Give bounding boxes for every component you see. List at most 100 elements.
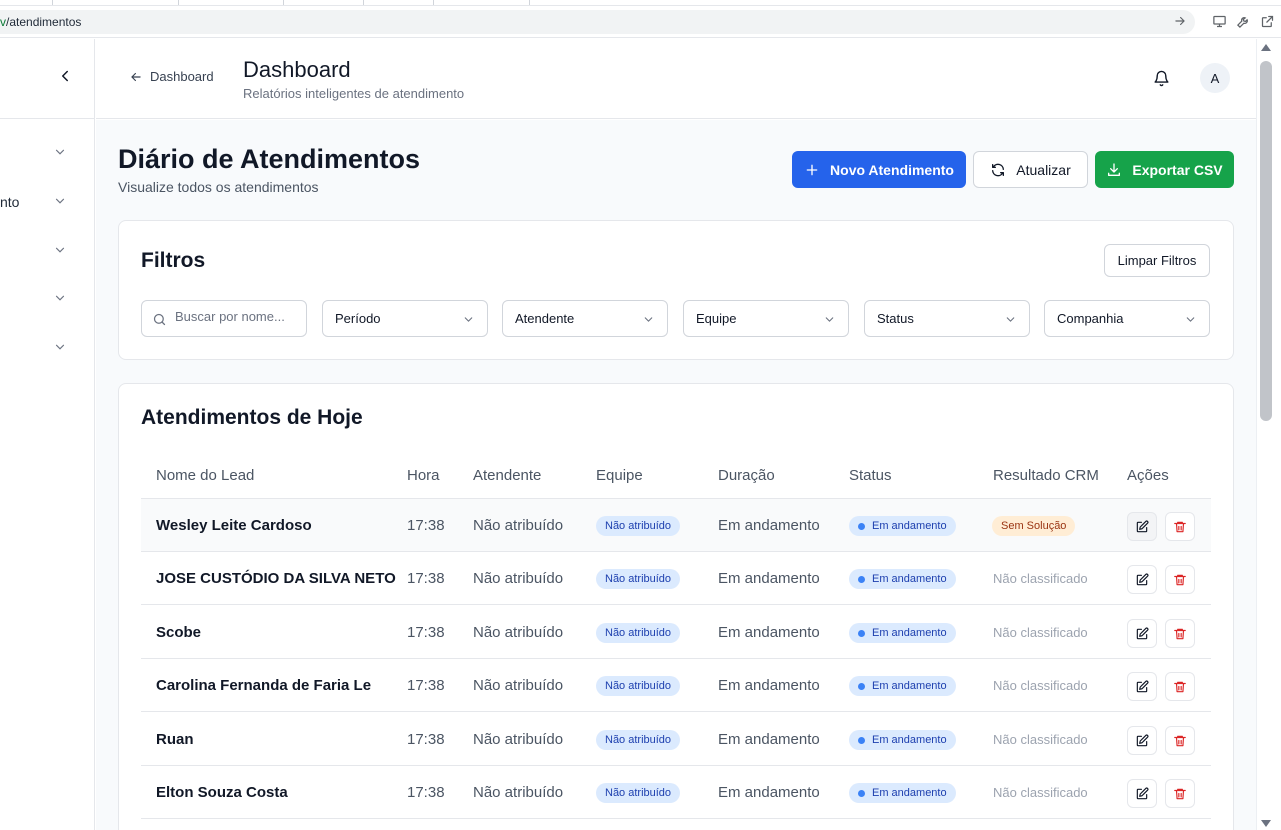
sidebar-item[interactable]: nto (0, 184, 95, 220)
chevron-down-icon (55, 198, 65, 204)
delete-button[interactable] (1165, 619, 1195, 648)
filters-title: Filtros (141, 249, 206, 272)
table-row[interactable]: Carolina Fernanda de Faria Le 17:38 Não … (141, 659, 1211, 712)
delete-button[interactable] (1165, 672, 1195, 701)
tab-separator (178, 0, 179, 5)
agent-select[interactable]: Atendente (502, 300, 668, 337)
edit-button[interactable] (1127, 672, 1157, 701)
sidebar-item[interactable] (0, 330, 95, 366)
team-select-label: Equipe (696, 311, 737, 326)
search-field (141, 300, 307, 337)
table-row[interactable]: Wesley Leite Cardoso 17:38 Não atribuído… (141, 499, 1211, 552)
trash-icon (1174, 788, 1186, 799)
edit-button[interactable] (1127, 779, 1157, 808)
chevron-down-icon (1186, 317, 1195, 322)
edit-button[interactable] (1127, 565, 1157, 594)
crm-result-text: Não classificado (993, 785, 1088, 800)
search-input[interactable] (175, 309, 300, 324)
status-badge-label: Em andamento (872, 573, 947, 585)
sidebar: nto (0, 39, 95, 830)
bell-icon[interactable] (1153, 70, 1170, 87)
team-select[interactable]: Equipe (683, 300, 849, 337)
status-badge-label: Em andamento (872, 520, 947, 532)
chevron-down-icon (55, 149, 65, 155)
crm-result-text: Não classificado (993, 625, 1088, 640)
chevron-down-icon (55, 295, 65, 301)
table-row[interactable]: Ruan 17:38 Não atribuído Não atribuído E… (141, 713, 1211, 766)
top-header: Dashboard Dashboard Relatórios inteligen… (96, 39, 1256, 119)
avatar[interactable]: A (1200, 63, 1230, 93)
back-to-dashboard-link[interactable]: Dashboard (129, 69, 214, 84)
clear-filters-button[interactable]: Limpar Filtros (1104, 244, 1210, 277)
team-badge: Não atribuído (596, 676, 681, 696)
tab-separator (529, 0, 530, 5)
tab-separator (363, 0, 364, 5)
table-row[interactable]: Elton Souza Costa 17:38 Não atribuído Nã… (141, 766, 1211, 819)
delete-button[interactable] (1165, 512, 1195, 541)
duration-cell: Em andamento (718, 677, 820, 694)
new-attendance-button[interactable]: Novo Atendimento (792, 151, 966, 188)
column-header-duration: Duração (718, 467, 775, 484)
table-header: Nome do Lead Hora Atendente Equipe Duraç… (141, 454, 1211, 499)
chevron-left-icon[interactable] (56, 67, 74, 85)
edit-button[interactable] (1127, 726, 1157, 755)
delete-button[interactable] (1165, 565, 1195, 594)
duration-cell: Em andamento (718, 731, 820, 748)
agent-cell: Não atribuído (473, 570, 564, 587)
edit-icon (1136, 734, 1149, 746)
table-row[interactable]: Scobe 17:38 Não atribuído Não atribuído … (141, 606, 1211, 659)
status-badge: Em andamento (849, 516, 956, 536)
trash-icon (1174, 521, 1186, 532)
scroll-up-arrow[interactable] (1261, 44, 1271, 51)
trash-icon (1174, 735, 1186, 746)
tab-separator (52, 0, 53, 5)
scrollbar-thumb[interactable] (1260, 61, 1272, 421)
plus-icon (806, 164, 818, 175)
export-csv-label: Exportar CSV (1132, 161, 1223, 178)
status-dot (858, 522, 865, 530)
duration-cell: Em andamento (718, 784, 820, 801)
delete-button[interactable] (1165, 779, 1195, 808)
status-badge-label: Em andamento (872, 680, 947, 692)
sidebar-item[interactable] (0, 233, 95, 269)
status-select-label: Status (877, 311, 914, 326)
delete-button[interactable] (1165, 726, 1195, 755)
column-header-team: Equipe (596, 467, 643, 484)
agent-select-label: Atendente (515, 311, 575, 326)
edit-icon (1136, 627, 1149, 639)
crm-result-text: Não classificado (993, 732, 1088, 747)
status-select[interactable]: Status (864, 300, 1030, 337)
filters-card: Filtros Limpar Filtros Período Atendente… (118, 220, 1234, 360)
lead-name: Ruan (156, 731, 194, 748)
agent-cell: Não atribuído (473, 677, 564, 694)
table-row[interactable]: JOSE CUSTÓDIO DA SILVA NETO 17:38 Não at… (141, 552, 1211, 605)
period-select[interactable]: Período (322, 300, 488, 337)
agent-cell: Não atribuído (473, 784, 564, 801)
crm-result-badge: Sem Solução (992, 516, 1076, 536)
url-field[interactable]: v/atendimentos (0, 10, 1195, 34)
header-title: Dashboard (243, 57, 351, 82)
monitor-icon[interactable] (1212, 14, 1227, 29)
refresh-button[interactable]: Atualizar (973, 151, 1088, 188)
status-badge-label: Em andamento (872, 734, 947, 746)
external-link-icon[interactable] (1260, 14, 1275, 29)
company-select[interactable]: Companhia (1044, 300, 1210, 337)
wrench-icon[interactable] (1236, 14, 1251, 29)
scroll-down-arrow[interactable] (1261, 820, 1271, 827)
main-content: Diário de Atendimentos Visualize todos o… (96, 120, 1256, 830)
time-cell: 17:38 (407, 624, 445, 641)
export-csv-button[interactable]: Exportar CSV (1095, 151, 1234, 188)
chevron-down-icon (825, 317, 834, 322)
sidebar-item[interactable] (0, 135, 95, 171)
lead-name: Wesley Leite Cardoso (156, 517, 312, 534)
status-badge: Em andamento (849, 730, 956, 750)
status-badge-label: Em andamento (872, 627, 947, 639)
arrow-right-icon[interactable] (1173, 14, 1187, 28)
team-badge: Não atribuído (596, 569, 681, 589)
sidebar-item[interactable] (0, 281, 95, 317)
status-dot (858, 736, 865, 744)
sidebar-item-label: nto (0, 194, 20, 210)
duration-cell: Em andamento (718, 624, 820, 641)
edit-button[interactable] (1127, 619, 1157, 648)
edit-button[interactable] (1127, 512, 1157, 541)
